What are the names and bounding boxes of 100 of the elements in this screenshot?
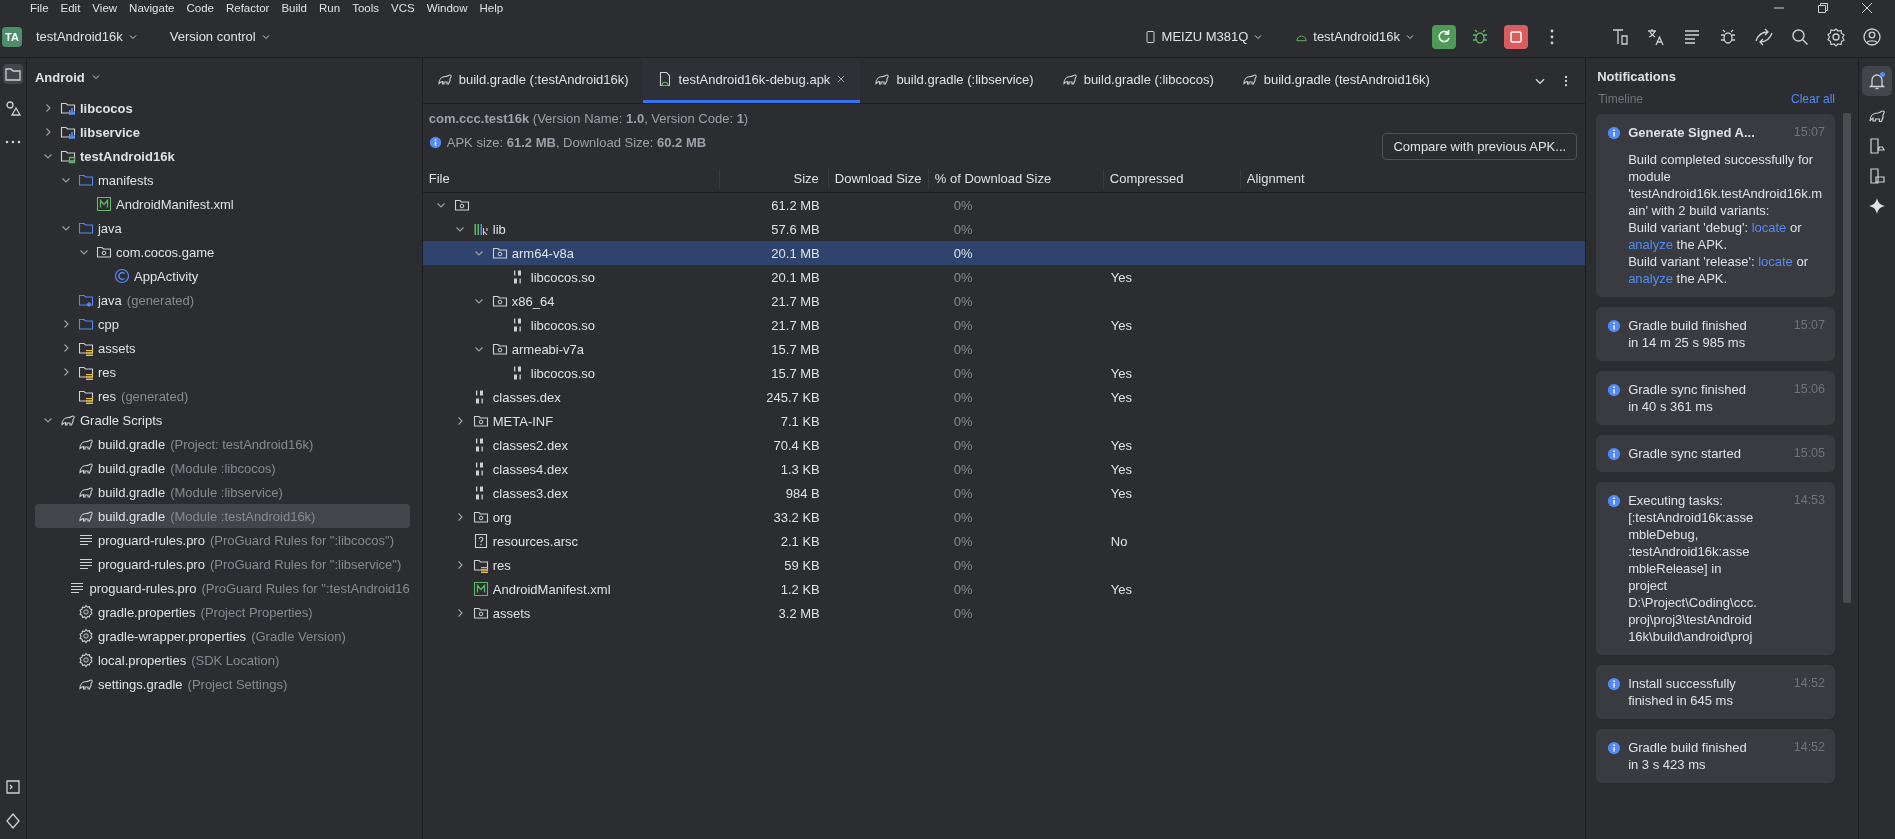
tree-item[interactable]: build.gradle (Module :libservice) bbox=[35, 480, 410, 504]
bell-icon[interactable] bbox=[1867, 71, 1887, 91]
stop-icon[interactable] bbox=[1504, 24, 1528, 49]
table-row[interactable]: AndroidManifest.xml 1.2 KB 0% Yes bbox=[422, 577, 1586, 601]
caret-icon[interactable] bbox=[90, 72, 101, 82]
vcs-selector[interactable]: Version control bbox=[161, 25, 279, 48]
notification-card[interactable]: Gradle sync finished in 40 s 361 ms 15:06 bbox=[1596, 371, 1835, 425]
size-cell: 33.2 KB bbox=[773, 509, 820, 525]
tree-item[interactable]: res (generated) bbox=[35, 384, 410, 408]
tree-item[interactable]: proguard-rules.pro (ProGuard Rules for ":libservice") bbox=[35, 552, 410, 576]
tree-item[interactable]: AndroidManifest.xml bbox=[35, 192, 410, 216]
folder-icon bbox=[78, 172, 94, 188]
table-row[interactable]: classes2.dex 70.4 KB 0% Yes bbox=[422, 433, 1586, 457]
column-header[interactable]: % of Download Size bbox=[928, 169, 1104, 189]
menu-item[interactable]: Help bbox=[479, 2, 504, 14]
table-row[interactable]: libcocos.so 15.7 MB 0% Yes bbox=[422, 361, 1586, 385]
folder-icon[interactable] bbox=[3, 64, 23, 84]
notification-card[interactable]: Gradle build finished in 3 s 423 ms 14:52 bbox=[1596, 729, 1835, 783]
column-header[interactable]: File bbox=[422, 169, 720, 189]
table-row[interactable]: org 33.2 KB 0% bbox=[422, 505, 1586, 529]
notification-card[interactable]: Executing tasks: [:testAndroid16k:assembleDebug, :testAndroid16k:assembleRelease] in project D:\Project\Coding\ccc.proj\proj3\testAndroid16k\build\android\proj 14:53 bbox=[1596, 482, 1835, 655]
tree-item[interactable]: build.gradle (Project: testAndroid16k) bbox=[35, 432, 410, 456]
compare-button[interactable]: Compare with previous APK... bbox=[1382, 132, 1578, 160]
tree-item[interactable]: libservice bbox=[35, 120, 410, 144]
menu-item[interactable]: Edit bbox=[60, 2, 81, 14]
tree-item[interactable]: proguard-rules.pro (ProGuard Rules for ":testAndroid16 bbox=[35, 576, 410, 600]
editor-tab[interactable]: build.gradle (:testAndroid16k) bbox=[422, 58, 643, 103]
editor-tab[interactable]: build.gradle (:libservice) bbox=[860, 58, 1048, 103]
tree-item[interactable]: libcocos bbox=[35, 96, 410, 120]
device-icon[interactable] bbox=[1867, 136, 1887, 156]
tree-item[interactable]: gradle-wrapper.properties (Gradle Version) bbox=[35, 624, 410, 648]
editor-tab[interactable]: testAndroid16k-debug.apk bbox=[642, 58, 861, 103]
tree-item[interactable]: assets bbox=[35, 336, 410, 360]
project-view-selector[interactable]: Android bbox=[35, 69, 85, 85]
run-configuration-selector[interactable]: testAndroid16k bbox=[1287, 25, 1423, 48]
menu-item[interactable]: Window bbox=[426, 2, 468, 14]
tree-item[interactable]: proguard-rules.pro (ProGuard Rules for ":libcocos") bbox=[35, 528, 410, 552]
device-icon[interactable] bbox=[1867, 166, 1887, 186]
clear-all-link[interactable]: Clear all bbox=[1791, 92, 1835, 106]
table-row[interactable]: META-INF 7.1 KB 0% bbox=[422, 409, 1586, 433]
table-row[interactable]: arm64-v8a 20.1 MB 0% bbox=[422, 241, 1586, 265]
table-row[interactable]: classes.dex 245.7 KB 0% Yes bbox=[422, 385, 1586, 409]
tree-item[interactable]: settings.gradle (Project Settings) bbox=[35, 672, 410, 696]
folder-icon bbox=[96, 244, 112, 260]
scrollbar[interactable] bbox=[1843, 113, 1851, 603]
tree-item[interactable]: AppActivity bbox=[35, 264, 410, 288]
notification-text: Build completed successfully for module 'testAndroid16k.testAndroid16k.main' with 2 build variants: bbox=[1628, 151, 1824, 219]
notification-card[interactable]: Gradle sync started 15:05 bbox=[1596, 435, 1835, 472]
menu-item[interactable]: Tools bbox=[352, 2, 379, 14]
table-row[interactable]: assets 3.2 MB 0% bbox=[422, 601, 1586, 625]
menu-item[interactable]: View bbox=[92, 2, 118, 14]
tree-item[interactable]: res bbox=[35, 360, 410, 384]
tree-item[interactable]: java (generated) bbox=[35, 288, 410, 312]
close-icon[interactable] bbox=[836, 74, 847, 84]
project-badge[interactable]: TA bbox=[2, 26, 22, 47]
project-selector[interactable]: testAndroid16k bbox=[28, 25, 146, 48]
table-row[interactable]: res 59 KB 0% bbox=[422, 553, 1586, 577]
editor-tab[interactable]: build.gradle (:libcocos) bbox=[1047, 58, 1228, 103]
table-row[interactable]: classes3.dex 984 B 0% Yes bbox=[422, 481, 1586, 505]
menu-item[interactable]: Build bbox=[281, 2, 307, 14]
shapes-icon[interactable] bbox=[3, 98, 23, 118]
menu-item[interactable]: File bbox=[30, 2, 49, 14]
table-row[interactable]: classes4.dex 1.3 KB 0% Yes bbox=[422, 457, 1586, 481]
tree-item[interactable]: build.gradle (Module :libcocos) bbox=[35, 456, 410, 480]
menu-item[interactable]: VCS bbox=[391, 2, 415, 14]
tree-item[interactable]: com.cocos.game bbox=[35, 240, 410, 264]
column-header[interactable]: Download Size bbox=[828, 169, 929, 189]
table-row[interactable]: lib 57.6 MB 0% bbox=[422, 217, 1586, 241]
notification-card[interactable]: Gradle build finished in 14 m 25 s 985 ms 15:07 bbox=[1596, 307, 1835, 361]
tree-item[interactable]: cpp bbox=[35, 312, 410, 336]
terminal-icon[interactable] bbox=[3, 777, 23, 797]
editor-tab[interactable]: build.gradle (testAndroid16k) bbox=[1227, 58, 1444, 103]
notification-card[interactable]: Install successfully finished in 645 ms 14:52 bbox=[1596, 665, 1835, 719]
tree-label: res bbox=[98, 364, 117, 380]
tree-item[interactable]: manifests bbox=[35, 168, 410, 192]
table-row[interactable]: libcocos.so 21.7 MB 0% Yes bbox=[422, 313, 1586, 337]
table-row[interactable]: 61.2 MB 0% bbox=[422, 193, 1586, 217]
menu-item[interactable]: Refactor bbox=[225, 2, 270, 14]
rerun-icon[interactable] bbox=[1432, 24, 1456, 49]
column-header[interactable]: Compressed bbox=[1103, 169, 1241, 189]
tree-item[interactable]: Gradle Scripts bbox=[35, 408, 410, 432]
device-selector[interactable]: MEIZU M381Q bbox=[1135, 25, 1272, 48]
table-row[interactable]: resources.arsc 2.1 KB 0% No bbox=[422, 529, 1586, 553]
table-row[interactable]: x86_64 21.7 MB 0% bbox=[422, 289, 1586, 313]
menu-item[interactable]: Run bbox=[319, 2, 341, 14]
tree-item[interactable]: build.gradle (Module :testAndroid16k) bbox=[35, 504, 410, 528]
menu-item[interactable]: Navigate bbox=[129, 2, 175, 14]
table-row[interactable]: libcocos.so 20.1 MB 0% Yes bbox=[422, 265, 1586, 289]
tree-label: testAndroid16k bbox=[80, 148, 175, 164]
column-header[interactable]: Alignment bbox=[1240, 169, 1586, 189]
menu-item[interactable]: Code bbox=[186, 2, 214, 14]
tree-item[interactable]: local.properties (SDK Location) bbox=[35, 648, 410, 672]
tree-item[interactable]: testAndroid16k bbox=[35, 144, 410, 168]
tree-label: java bbox=[98, 292, 122, 308]
tree-item[interactable]: java bbox=[35, 216, 410, 240]
close-icon[interactable] bbox=[1861, 2, 1873, 14]
column-header[interactable]: Size bbox=[719, 169, 829, 189]
table-row[interactable]: armeabi-v7a 15.7 MB 0% bbox=[422, 337, 1586, 361]
tree-item[interactable]: gradle.properties (Project Properties) bbox=[35, 600, 410, 624]
restore-icon[interactable] bbox=[1817, 2, 1829, 14]
